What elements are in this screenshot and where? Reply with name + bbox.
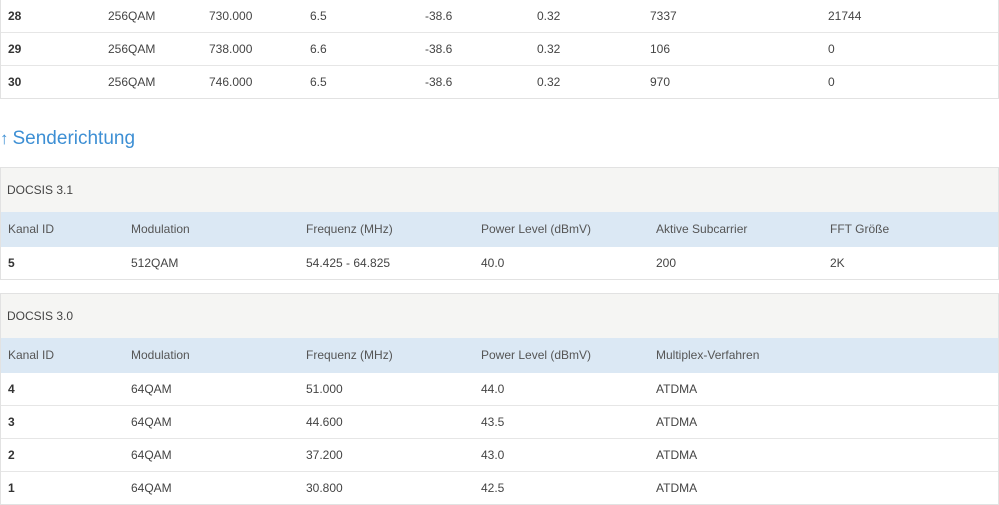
table-row: 30 256QAM 746.000 6.5 -38.6 0.32 970 0 — [1, 65, 998, 98]
uncorrectable-errors-cell: 0 — [828, 42, 835, 56]
modulation-cell: 64QAM — [131, 481, 172, 495]
power-cell: 6.5 — [310, 75, 327, 89]
frequency-cell: 746.000 — [209, 75, 253, 89]
column-header: Modulation — [131, 348, 190, 362]
column-header: Kanal ID — [8, 348, 55, 362]
frequency-cell: 30.800 — [306, 481, 343, 495]
table-row: 2 64QAM 37.200 43.0 ATDMA — [1, 438, 998, 471]
column-header: Kanal ID — [8, 222, 55, 236]
power-cell: 6.6 — [310, 42, 327, 56]
channel-id: 30 — [8, 75, 22, 89]
modulation-cell: 256QAM — [108, 42, 156, 56]
power-cell: 43.0 — [481, 448, 505, 462]
modulation-cell: 64QAM — [131, 448, 172, 462]
channel-id: 29 — [8, 42, 22, 56]
power-cell: 43.5 — [481, 415, 505, 429]
modulation-cell: 256QAM — [108, 75, 156, 89]
subcarrier-cell: 200 — [656, 256, 677, 270]
column-header: Aktive Subcarrier — [656, 222, 748, 236]
section-title: Senderichtung — [12, 128, 136, 149]
mse-cell: -38.6 — [425, 9, 453, 23]
frequency-cell: 54.425 - 64.825 — [306, 256, 391, 270]
section-heading-upstream: ↑ Senderichtung — [0, 124, 135, 154]
frequency-cell: 37.200 — [306, 448, 343, 462]
channel-id: 1 — [8, 481, 15, 495]
frequency-cell: 44.600 — [306, 415, 343, 429]
column-header: Frequenz (MHz) — [306, 222, 393, 236]
latency-cell: 0.32 — [537, 9, 561, 23]
latency-cell: 0.32 — [537, 42, 561, 56]
arrow-up-icon: ↑ — [0, 129, 9, 148]
column-header: Power Level (dBmV) — [481, 222, 592, 236]
corrected-errors-cell: 7337 — [650, 9, 677, 23]
table-row: 1 64QAM 30.800 42.5 ATDMA — [1, 471, 998, 504]
table-row: 5 512QAM 54.425 - 64.825 40.0 200 2K — [1, 247, 998, 279]
power-cell: 6.5 — [310, 9, 327, 23]
channel-id: 3 — [8, 415, 15, 429]
channel-id: 5 — [8, 256, 15, 270]
table-header-row: Kanal ID Modulation Frequenz (MHz) Power… — [1, 212, 998, 247]
multiplex-cell: ATDMA — [656, 481, 698, 495]
downstream-table: 28 256QAM 730.000 6.5 -38.6 0.32 7337 21… — [0, 0, 999, 99]
multiplex-cell: ATDMA — [656, 382, 698, 396]
power-cell: 44.0 — [481, 382, 505, 396]
corrected-errors-cell: 106 — [650, 42, 671, 56]
uncorrectable-errors-cell: 0 — [828, 75, 835, 89]
table-row: 29 256QAM 738.000 6.6 -38.6 0.32 106 0 — [1, 32, 998, 65]
mse-cell: -38.6 — [425, 75, 453, 89]
fft-size-cell: 2K — [830, 256, 845, 270]
channel-id: 4 — [8, 382, 15, 396]
table-row: 28 256QAM 730.000 6.5 -38.6 0.32 7337 21… — [1, 0, 998, 32]
multiplex-cell: ATDMA — [656, 415, 698, 429]
mse-cell: -38.6 — [425, 42, 453, 56]
frequency-cell: 738.000 — [209, 42, 253, 56]
modulation-cell: 512QAM — [131, 256, 179, 270]
table-caption: DOCSIS 3.1 — [1, 168, 998, 212]
table-header-row: Kanal ID Modulation Frequenz (MHz) Power… — [1, 338, 998, 373]
column-header: FFT Größe — [830, 222, 890, 236]
docsis31-table: DOCSIS 3.1 Kanal ID Modulation Frequenz … — [0, 167, 999, 280]
modulation-cell: 256QAM — [108, 9, 156, 23]
corrected-errors-cell: 970 — [650, 75, 671, 89]
docsis30-table: DOCSIS 3.0 Kanal ID Modulation Frequenz … — [0, 293, 999, 505]
column-header: Multiplex-Verfahren — [656, 348, 760, 362]
table-row: 3 64QAM 44.600 43.5 ATDMA — [1, 405, 998, 438]
column-header: Power Level (dBmV) — [481, 348, 592, 362]
modulation-cell: 64QAM — [131, 415, 172, 429]
power-cell: 42.5 — [481, 481, 505, 495]
table-row: 4 64QAM 51.000 44.0 ATDMA — [1, 373, 998, 405]
channel-id: 28 — [8, 9, 22, 23]
latency-cell: 0.32 — [537, 75, 561, 89]
channel-id: 2 — [8, 448, 15, 462]
multiplex-cell: ATDMA — [656, 448, 698, 462]
uncorrectable-errors-cell: 21744 — [828, 9, 862, 23]
table-caption: DOCSIS 3.0 — [1, 294, 998, 338]
frequency-cell: 51.000 — [306, 382, 343, 396]
column-header: Frequenz (MHz) — [306, 348, 393, 362]
power-cell: 40.0 — [481, 256, 505, 270]
modulation-cell: 64QAM — [131, 382, 172, 396]
frequency-cell: 730.000 — [209, 9, 253, 23]
column-header: Modulation — [131, 222, 190, 236]
